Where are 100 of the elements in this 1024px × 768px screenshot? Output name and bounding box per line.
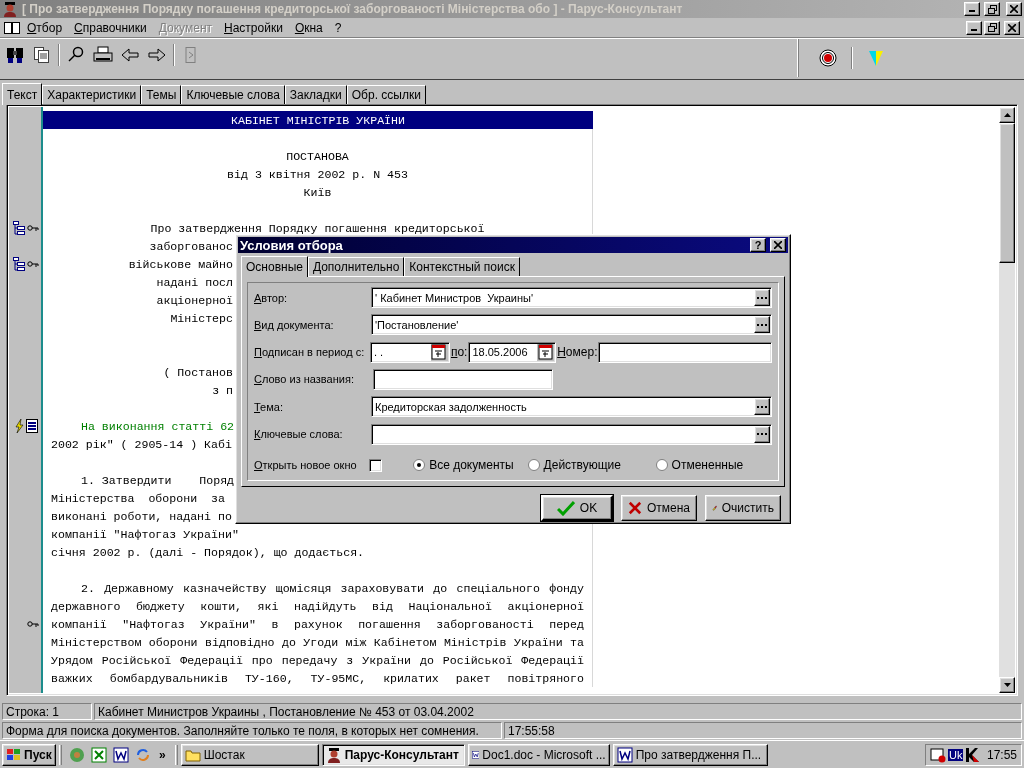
tab[interactable]: Контекстный поиск	[404, 257, 520, 276]
document-line: компанії "Нафтогаз України" в рахунок погашення заборгованості перед	[51, 617, 584, 631]
lookup-field[interactable]	[370, 423, 772, 445]
scheduler-icon	[930, 746, 946, 763]
dialog-button[interactable]: Очистить	[705, 495, 781, 521]
key-icon	[27, 224, 39, 232]
taskbar-button[interactable]: Про затвердження П...	[612, 743, 768, 766]
taskbar-button[interactable]: Шостак	[180, 743, 319, 766]
document-line: військове майно	[128, 257, 233, 271]
browse-button[interactable]	[754, 289, 770, 307]
restore-button[interactable]	[984, 20, 1000, 35]
field-label: Слово из названия:	[254, 373, 355, 386]
dialog-title: Условия отбора	[240, 237, 344, 253]
left-arrow-icon	[121, 48, 139, 62]
field-label: Ключевые слова:	[254, 428, 344, 441]
funnel-icon	[868, 49, 884, 67]
scroll-thumb[interactable]	[999, 123, 1015, 263]
browse-button[interactable]	[754, 398, 770, 416]
browse-button[interactable]	[754, 316, 770, 334]
document-line: 2002 рік" ( 2905-14 ) Кабі	[51, 437, 232, 451]
ellipsis-icon	[757, 295, 767, 300]
menu-item[interactable]: Отбор	[22, 18, 68, 37]
document-line: ( Постанов	[163, 365, 233, 379]
target-icon	[819, 49, 837, 67]
status-hint: Форма для поиска документов. Заполняйте только те поля, в которых нет сомнения.	[2, 722, 502, 739]
menu-item[interactable]: Справочники	[69, 18, 152, 37]
document-link[interactable]: На виконання статті 62	[81, 419, 235, 433]
document-line: Міністерс	[170, 311, 233, 325]
ellipsis-icon	[757, 322, 767, 327]
minimize-button[interactable]	[966, 20, 982, 35]
up-arrow-icon	[1003, 113, 1011, 117]
windows-flag-icon	[6, 747, 22, 762]
input-field[interactable]	[598, 341, 772, 363]
minimize-button[interactable]	[964, 2, 980, 16]
tab[interactable]: Ключевые слова	[181, 85, 285, 104]
input-field[interactable]	[373, 369, 553, 390]
field-label: Автор:	[254, 291, 289, 304]
document-line: з п	[212, 383, 233, 397]
toolbar-button[interactable]	[817, 47, 839, 69]
field-label: Номер:	[556, 345, 599, 360]
language-indicator[interactable]: Uk	[948, 748, 964, 761]
dialog-button[interactable]: Отмена	[621, 495, 697, 521]
checkbox[interactable]	[369, 458, 383, 472]
start-button[interactable]: Пуск	[2, 743, 56, 766]
scroll-up-button[interactable]	[999, 107, 1015, 123]
tab[interactable]: Характеристики	[42, 85, 142, 104]
field-label: Вид документа:	[254, 318, 335, 331]
tab[interactable]: Текст	[2, 83, 43, 105]
close-button[interactable]	[1004, 20, 1020, 35]
lookup-field[interactable]: 'Постановление'	[370, 314, 772, 336]
document-line: державного бюджету кошти, які надійдуть від Національної акціонерної	[51, 599, 584, 613]
radio-circle[interactable]	[655, 459, 668, 472]
document-line: Міністерства оборони за	[51, 491, 225, 505]
status-document: Кабинет Министров Украины , Постановление № 453 от 03.04.2002	[94, 703, 1022, 720]
scrollbar[interactable]	[999, 107, 1015, 693]
dialog-button[interactable]: OK	[541, 495, 613, 521]
tree-icon	[12, 220, 26, 236]
document-line: 1. Затвердити Поряд	[81, 473, 235, 487]
radio-option[interactable]: Все документы	[413, 458, 528, 473]
taskbar-button[interactable]: Парус-Консультант	[321, 743, 465, 766]
tab[interactable]: Дополнительно	[307, 257, 405, 276]
sync-icon	[135, 746, 151, 763]
taskbar-button[interactable]: Doc1.doc - Microsoft ...	[467, 743, 610, 766]
menu-item[interactable]: Окна	[289, 18, 328, 37]
close-icon	[1010, 5, 1018, 13]
close-button[interactable]	[1006, 2, 1022, 16]
menu-item[interactable]: Настройки	[219, 18, 288, 37]
tab[interactable]: Обр. ссылки	[346, 85, 426, 104]
checkmark-icon	[556, 500, 575, 516]
binoculars-icon	[6, 46, 24, 64]
document-line: 2. Державному казначейству щомісяця зараховувати до спеціального фонду	[81, 581, 584, 595]
tab[interactable]: Основные	[241, 256, 308, 277]
radio-option[interactable]: Отмененные	[655, 458, 772, 473]
tab[interactable]: Закладки	[284, 85, 347, 104]
help-button[interactable]: ?	[750, 238, 766, 252]
word-document-icon	[113, 746, 129, 763]
browser-icon	[69, 746, 85, 763]
document-heading: КАБІНЕТ МІНІСТРІВ УКРАЇНИ	[43, 111, 593, 129]
scroll-down-button[interactable]	[999, 677, 1015, 693]
document-line: січня 2002 р. (далі - Порядок), що додається.	[51, 545, 365, 559]
tab[interactable]: Темы	[141, 85, 182, 104]
key-icon	[27, 260, 39, 268]
document-line: важких бомбардувальників ТУ-160, ТУ-95МС, крилатих ракет повітряного	[51, 671, 584, 685]
restore-button[interactable]	[984, 2, 1000, 16]
lookup-field[interactable]: Кредиторская задолженность	[370, 396, 772, 418]
document-line: Урядом Російської Федерації про передачу з України до Російської Федерації	[51, 653, 584, 667]
field-label: по:	[449, 345, 469, 360]
checkbox-label: Открыть новое окно	[254, 459, 358, 472]
close-icon	[774, 241, 782, 249]
radio-option[interactable]: Действующие	[527, 458, 656, 473]
lookup-field[interactable]: ' Кабинет Министров Украины'	[370, 287, 772, 309]
minimize-icon	[971, 28, 977, 31]
close-button[interactable]	[770, 238, 786, 252]
document-stack-icon	[25, 418, 39, 434]
radio-circle[interactable]	[413, 459, 426, 472]
radio-circle[interactable]	[527, 459, 540, 472]
menu-item[interactable]: ?	[329, 18, 347, 37]
more-button[interactable]: »	[157, 747, 168, 762]
calendar-icon	[537, 344, 554, 361]
document-line: надані посл	[156, 275, 233, 289]
